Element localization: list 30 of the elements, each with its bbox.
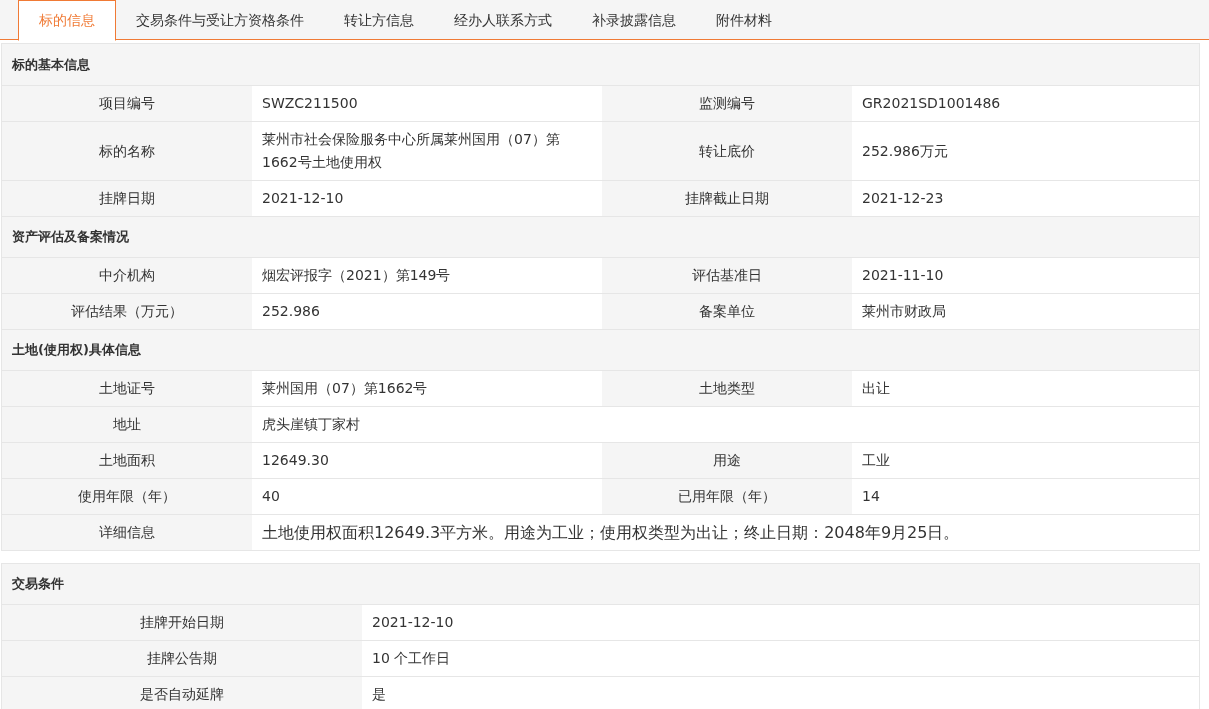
field-value: 莱州市社会保险服务中心所属莱州国用（07）第1662号土地使用权 [252, 122, 602, 180]
field-value: 2021-12-10 [252, 181, 602, 216]
section-title: 土地(使用权)具体信息 [2, 329, 1199, 370]
field-value: 莱州市财政局 [852, 294, 1199, 329]
field-value: 252.986万元 [852, 122, 1199, 180]
field-value: 2021-12-10 [362, 605, 1199, 640]
field-value: 出让 [852, 371, 1199, 406]
tab[interactable]: 转让方信息 [324, 0, 434, 41]
field-value: 12649.30 [252, 443, 602, 478]
field-value: 是 [362, 677, 1199, 709]
field-value: SWZC211500 [252, 86, 602, 121]
section-title: 交易条件 [11, 575, 65, 594]
tab[interactable]: 补录披露信息 [572, 0, 696, 41]
field-value: 2021-11-10 [852, 258, 1199, 293]
field-value: 10 个工作日 [362, 641, 1199, 676]
field-value: 莱州国用（07）第1662号 [252, 371, 602, 406]
field-value: 烟宏评报字（2021）第149号 [252, 258, 602, 293]
field-value: GR2021SD1001486 [852, 86, 1199, 121]
field-value: 2021-12-23 [852, 181, 1199, 216]
tab[interactable]: 交易条件与受让方资格条件 [116, 0, 324, 41]
field-value: 虎头崖镇丁家村 [252, 407, 1199, 442]
section-title: 标的基本信息 [11, 55, 91, 74]
field-value: 工业 [852, 443, 1199, 478]
field-value: 14 [852, 479, 1199, 514]
field-value: 40 [252, 479, 602, 514]
tab[interactable]: 附件材料 [696, 0, 792, 41]
tab[interactable]: 经办人联系方式 [434, 0, 572, 41]
field-value: 土地使用权面积12649.3平方米。用途为工业；使用权类型为出让；终止日期：2048年9月25日。 [252, 515, 1199, 550]
section-title: 资产评估及备案情况 [2, 216, 1199, 257]
field-value: 252.986 [252, 294, 602, 329]
